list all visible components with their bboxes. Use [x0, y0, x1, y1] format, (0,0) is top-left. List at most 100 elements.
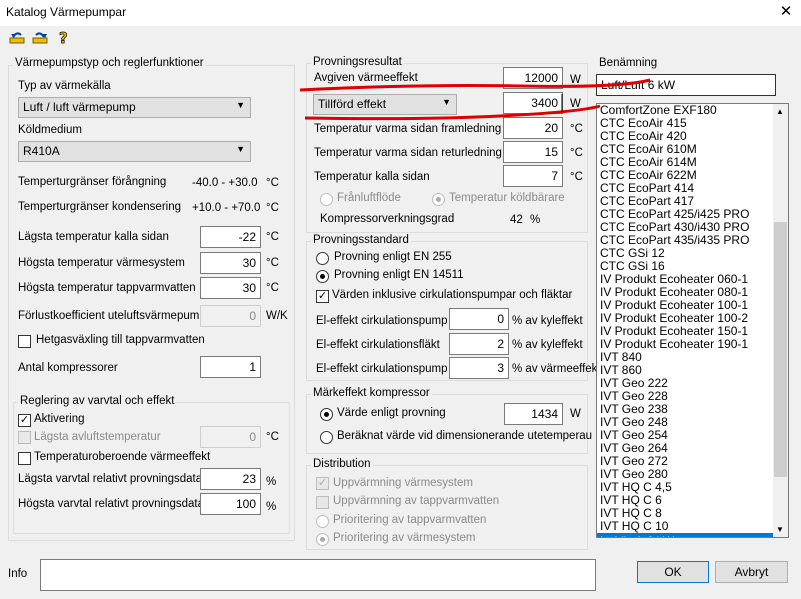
min-exhaust-checkbox[interactable]: [18, 431, 31, 444]
cold-side-label: Temperatur kalla sidan: [314, 171, 430, 183]
output-label: Avgiven värmeeffekt: [314, 72, 418, 84]
input-power-unit: W: [570, 98, 581, 110]
incl-pumps-checkbox[interactable]: ✓: [316, 290, 329, 303]
chevron-down-icon: ▼: [236, 144, 245, 154]
min-exhaust-input[interactable]: 0: [200, 426, 261, 448]
loss-coef-label: Förlustkoefficient uteluftsvärmepump: [18, 310, 206, 322]
cold-side-unit: °C: [570, 171, 583, 183]
rated-input[interactable]: 1434: [504, 403, 563, 425]
list-item[interactable]: IVT HQ C 10: [597, 520, 774, 533]
radio-prio-tap-label: Prioritering av tappvarmvatten: [333, 514, 487, 526]
source-label: Typ av värmekälla: [18, 80, 111, 92]
dist-heat-label: Uppvärmning värmesystem: [333, 477, 473, 489]
speed-group-title: Reglering av varvtal och effekt: [18, 395, 177, 407]
temp-indep-label: Temperaturoberoende värmeeffekt: [34, 451, 211, 463]
radio-prio-heat-label: Prioritering av värmesystem: [333, 532, 476, 544]
redo-icon[interactable]: [32, 29, 48, 45]
temp-limits-cond-label: Temperturgränser kondensering: [18, 201, 182, 213]
refrigerant-select[interactable]: R410A ▼: [18, 141, 251, 162]
chevron-down-icon: ▼: [236, 100, 245, 110]
radio-exhaust-flow[interactable]: [320, 193, 333, 206]
hot-return-unit: °C: [570, 147, 583, 159]
pump-heat-unit: % av värmeeffekt: [512, 363, 601, 375]
refrigerant-select-value: R410A: [23, 144, 60, 158]
temp-limits-cond-unit: °C: [266, 202, 279, 214]
min-exhaust-label: Lägsta avluftstemperatur: [34, 431, 161, 443]
max-speed-input[interactable]: 100: [200, 493, 261, 515]
dist-heat-checkbox[interactable]: ✓: [316, 477, 329, 490]
fan-unit: % av kyleffekt: [512, 339, 583, 351]
input-power-input[interactable]: 3400: [503, 92, 563, 114]
radio-exhaust-flow-label: Frånluftflöde: [337, 192, 401, 204]
min-speed-input[interactable]: 23: [200, 468, 261, 490]
radio-prio-heat[interactable]: [316, 533, 329, 546]
compressors-input[interactable]: 1: [200, 356, 261, 378]
max-heat-input[interactable]: 30: [200, 252, 261, 274]
comp-eff-unit: %: [530, 214, 541, 226]
radio-rated-test[interactable]: [320, 408, 333, 421]
test-results-group-title: Provningsresultat: [311, 56, 404, 68]
temp-limits-cond-value: +10.0 - +70.0: [192, 202, 261, 214]
name-input[interactable]: Luft/Luft 6 kW: [596, 74, 776, 96]
hx-label: Hetgasväxling till tappvarmvatten: [36, 334, 205, 346]
pump-heat-input[interactable]: 3: [449, 357, 509, 379]
info-label: Info: [8, 568, 28, 580]
min-speed-unit: %: [266, 476, 277, 488]
dist-tap-label: Uppvärmning av tappvarmvatten: [333, 495, 500, 507]
fan-input[interactable]: 2: [449, 333, 509, 355]
radio-rated-test-label: Värde enligt provning: [337, 407, 446, 419]
cold-side-input[interactable]: 7: [503, 165, 563, 187]
refrigerant-label: Köldmedium: [18, 124, 82, 136]
min-cold-label: Lägsta temperatur kalla sidan: [18, 231, 169, 243]
scroll-down-icon[interactable]: ▼: [776, 525, 784, 534]
hot-supply-unit: °C: [570, 123, 583, 135]
hot-supply-input[interactable]: 20: [503, 117, 563, 139]
info-field[interactable]: [40, 559, 596, 591]
input-power-select[interactable]: Tillförd effekt ▼: [313, 94, 457, 115]
dist-tap-checkbox[interactable]: [316, 496, 329, 509]
window-title: Katalog Värmepumpar: [6, 5, 127, 19]
pump-list[interactable]: ComfortZone EXF180 CTC EcoAir 415 CTC EcoA…: [596, 103, 789, 538]
max-tap-unit: °C: [266, 282, 279, 294]
list-scrollbar[interactable]: ▲ ▼: [773, 104, 788, 537]
radio-brine-temp[interactable]: [432, 193, 445, 206]
max-heat-label: Högsta temperatur värmesystem: [18, 257, 185, 269]
max-tap-input[interactable]: 30: [200, 277, 261, 299]
list-item[interactable]: Luft/Luft 6 kW: [597, 533, 774, 537]
pump-cold-input[interactable]: 0: [449, 308, 509, 330]
radio-rated-calc[interactable]: [320, 431, 333, 444]
output-input[interactable]: 12000: [503, 67, 563, 89]
pump-list-items: ComfortZone EXF180 CTC EcoAir 415 CTC EcoA…: [597, 104, 788, 537]
help-icon[interactable]: ?: [56, 29, 72, 48]
activation-checkbox[interactable]: ✓: [18, 414, 31, 427]
output-unit: W: [570, 74, 581, 86]
undo-icon[interactable]: [9, 29, 25, 45]
cancel-button[interactable]: Avbryt: [715, 561, 788, 583]
temp-limits-evap-label: Temperturgränser förångning: [18, 176, 167, 188]
temp-indep-checkbox[interactable]: [18, 452, 31, 465]
loss-coef-input[interactable]: 0: [200, 305, 261, 327]
input-power-select-value: Tillförd effekt: [318, 97, 387, 111]
hot-supply-label: Temperatur varma sidan framledning: [314, 123, 502, 135]
source-select[interactable]: Luft / luft värmepump ▼: [18, 97, 251, 118]
distribution-group-title: Distribution: [311, 458, 373, 470]
hot-return-input[interactable]: 15: [503, 141, 563, 163]
pump-cold-label: El-effekt cirkulationspump: [316, 315, 448, 327]
radio-en14511[interactable]: [316, 270, 329, 283]
scroll-up-icon[interactable]: ▲: [776, 107, 784, 116]
ok-button[interactable]: OK: [637, 561, 709, 583]
radio-prio-tap[interactable]: [316, 515, 329, 528]
pump-type-group-title: Värmepumpstyp och reglerfunktioner: [13, 57, 206, 69]
min-speed-label: Lägsta varvtal relativt provningsdata: [18, 473, 203, 485]
temp-limits-evap-unit: °C: [266, 177, 279, 189]
min-cold-unit: °C: [266, 231, 279, 243]
hot-return-label: Temperatur varma sidan returledning: [314, 147, 502, 159]
scroll-thumb[interactable]: [774, 222, 787, 477]
radio-en255[interactable]: [316, 252, 329, 265]
name-label: Benämning: [599, 57, 658, 69]
hx-checkbox[interactable]: [18, 335, 31, 348]
compressors-label: Antal kompressorer: [18, 362, 118, 374]
close-button[interactable]: ✕: [775, 1, 797, 23]
min-cold-input[interactable]: -22: [200, 226, 261, 248]
comp-eff-value: 42: [510, 214, 523, 226]
